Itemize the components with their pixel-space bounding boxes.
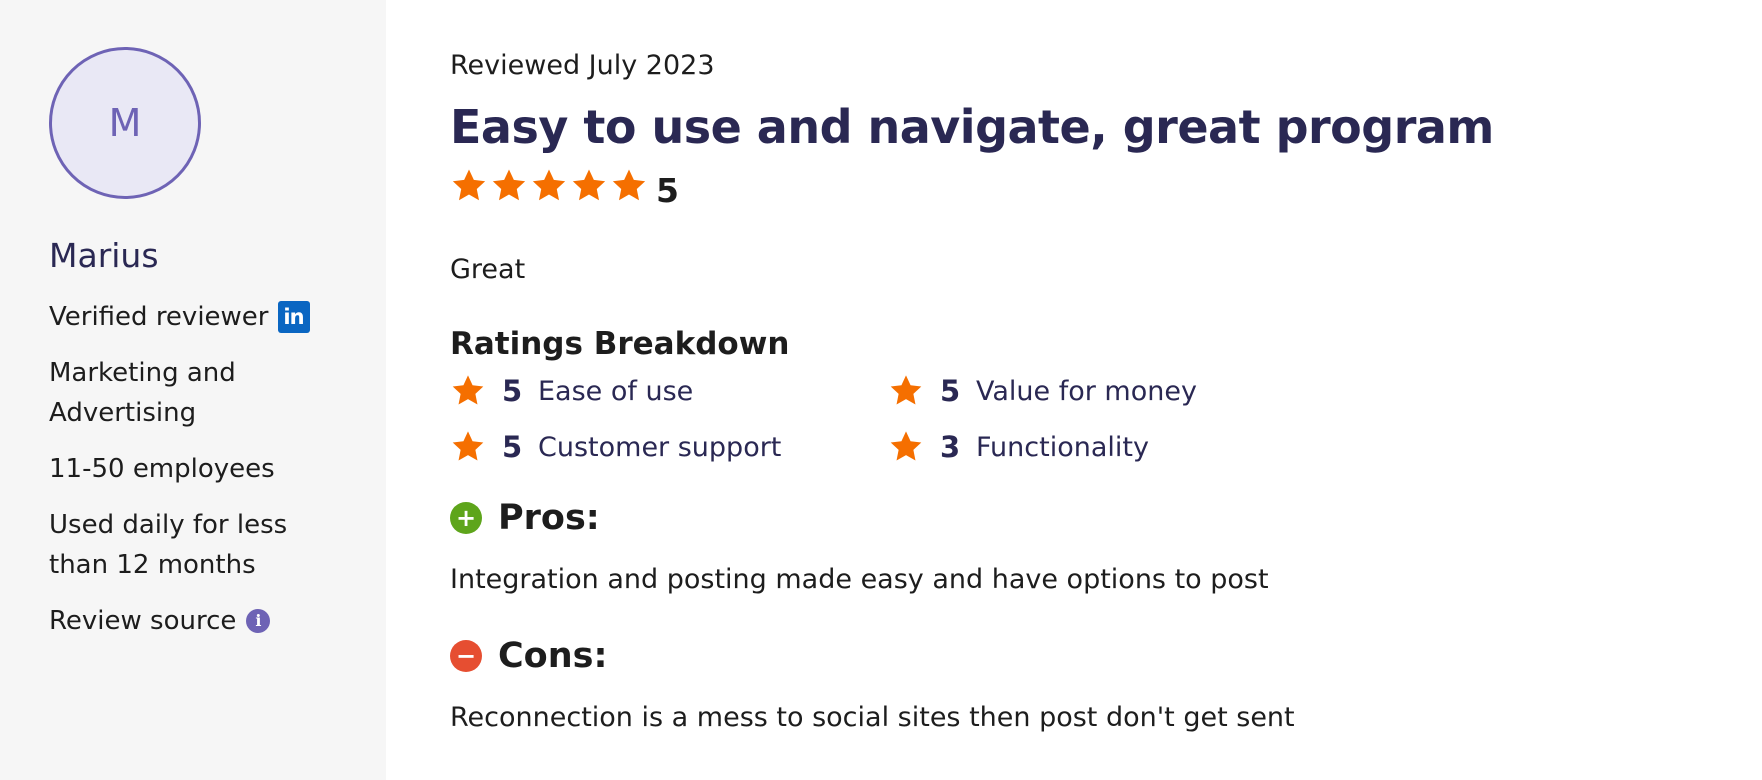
star-icon: [530, 167, 568, 205]
overall-score: 5: [656, 170, 679, 210]
star-icon: [570, 167, 608, 205]
rating-label: Value for money: [976, 375, 1197, 407]
rating-customer-support: 5 Customer support: [450, 428, 888, 466]
pros-text: Integration and posting made easy and ha…: [450, 564, 1269, 595]
pros-heading: + Pros:: [450, 496, 1762, 540]
linkedin-icon[interactable]: in: [277, 301, 310, 333]
reviewer-industry: Marketing and Advertising: [49, 358, 236, 428]
reviewed-date: Reviewed July 2023: [450, 50, 715, 81]
review-source-label: Review source: [49, 606, 237, 636]
rating-value-for-money: 5 Value for money: [888, 372, 1326, 410]
cons-heading: − Cons:: [450, 634, 1762, 678]
ratings-breakdown: 5 Ease of use 5 Value for money 5 Custom…: [450, 372, 1762, 466]
star-icon: [450, 373, 486, 409]
rating-value: 3: [940, 430, 961, 464]
rating-value: 5: [502, 430, 523, 464]
review-summary: Great: [450, 254, 526, 285]
rating-label: Ease of use: [538, 375, 694, 407]
usage-frequency: Used daily for less than 12 months: [49, 510, 288, 580]
cons-text: Reconnection is a mess to social sites t…: [450, 702, 1295, 733]
rating-value: 5: [502, 374, 523, 408]
avatar-initial: M: [108, 101, 142, 145]
avatar: M: [49, 47, 201, 199]
plus-circle-icon: +: [450, 502, 482, 534]
review-content: Reviewed July 2023 Easy to use and navig…: [386, 0, 1762, 780]
review-card: M Marius Verified reviewer in Marketing …: [0, 0, 1762, 780]
info-icon[interactable]: i: [246, 609, 271, 633]
rating-ease-of-use: 5 Ease of use: [450, 372, 888, 410]
star-icon: [610, 167, 648, 205]
review-title: Easy to use and navigate, great program: [450, 100, 1494, 154]
star-icon: [450, 429, 486, 465]
cons-title: Cons:: [498, 636, 608, 676]
verified-reviewer: Verified reviewer in: [49, 297, 386, 337]
rating-functionality: 3 Functionality: [888, 428, 1326, 466]
rating-label: Customer support: [538, 431, 782, 463]
rating-value: 5: [940, 374, 961, 408]
review-source: Review source i: [49, 601, 386, 641]
star-icon: [450, 167, 488, 205]
star-icon: [888, 373, 924, 409]
minus-circle-icon: −: [450, 640, 482, 672]
star-icon: [888, 429, 924, 465]
company-size: 11-50 employees: [49, 454, 275, 484]
reviewer-name: Marius: [49, 236, 159, 275]
star-icon: [490, 167, 528, 205]
verified-reviewer-label: Verified reviewer: [49, 302, 269, 332]
rating-label: Functionality: [976, 431, 1149, 463]
pros-title: Pros:: [498, 498, 600, 538]
overall-rating: 5: [450, 162, 1762, 210]
ratings-breakdown-title: Ratings Breakdown: [450, 326, 790, 362]
reviewer-sidebar: M Marius Verified reviewer in Marketing …: [0, 0, 386, 780]
